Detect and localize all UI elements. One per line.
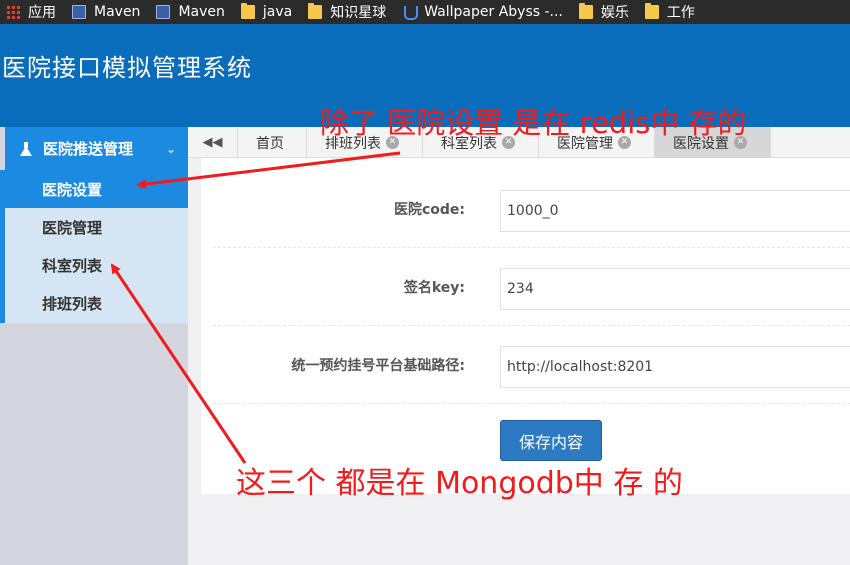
form-row-signkey: 签名key: <box>213 248 850 326</box>
tab-home[interactable]: 首页 <box>238 127 307 158</box>
sidebar-submenu: 医院设置 医院管理 科室列表 排班列表 <box>0 170 188 323</box>
sidebar-item-label: 排班列表 <box>42 294 103 313</box>
folder-icon <box>644 3 659 19</box>
bookmark-maven-2[interactable]: Maven <box>150 0 234 24</box>
bookmark-maven-1[interactable]: Maven <box>66 0 150 24</box>
folder-icon <box>578 3 593 19</box>
bookmark-label: Wallpaper Abyss -... <box>424 4 563 20</box>
bookmark-wallpaper-abyss[interactable]: Wallpaper Abyss -... <box>396 0 573 24</box>
folder-icon <box>240 3 255 19</box>
bookmark-label: Maven <box>94 4 141 20</box>
sidebar: 医院推送管理 ⌄ 医院设置 医院管理 科室列表 排班列表 <box>0 127 188 565</box>
bookmark-label: 娱乐 <box>600 5 629 21</box>
maven-icon <box>72 5 86 19</box>
sidebar-menu-label: 医院推送管理 <box>43 140 134 158</box>
annotation-text-top: 除了 医院设置 是在 redis中 存的 <box>320 106 747 140</box>
tab-scroll-left-button[interactable]: ◀◀ <box>188 127 238 158</box>
signkey-input[interactable] <box>500 268 850 310</box>
flask-icon <box>19 141 33 156</box>
tab-label: 首页 <box>256 135 284 152</box>
hoscode-input[interactable] <box>500 190 850 232</box>
sidebar-item-label: 医院设置 <box>42 180 103 199</box>
chevron-down-icon: ⌄ <box>165 141 176 156</box>
bookmark-label: 应用 <box>28 5 56 21</box>
form-row-hoscode: 医院code: <box>213 170 850 248</box>
sidebar-item-hospital-management[interactable]: 医院管理 <box>5 208 188 246</box>
bookmark-gongzuo[interactable]: 工作 <box>639 0 705 24</box>
bookmark-java[interactable]: java <box>235 0 302 24</box>
maven-icon <box>156 5 171 19</box>
bookmark-zhishixingqiu[interactable]: 知识星球 <box>302 0 396 24</box>
bookmark-yule[interactable]: 娱乐 <box>573 0 639 24</box>
save-button[interactable]: 保存内容 <box>500 420 602 461</box>
wallpaper-abyss-icon <box>402 5 419 20</box>
sidebar-item-hospital-settings[interactable]: 医院设置 <box>0 170 188 208</box>
hospital-settings-form: 医院code: 签名key: 统一预约挂号平台基础路径: 保存内容 <box>201 158 850 494</box>
sidebar-item-department-list[interactable]: 科室列表 <box>5 246 188 284</box>
sidebar-menu-hospital-push[interactable]: 医院推送管理 ⌄ <box>5 127 188 170</box>
sidebar-item-label: 医院管理 <box>42 218 103 237</box>
bookmark-label: 知识星球 <box>330 5 387 21</box>
bookmark-apps[interactable]: 应用 <box>0 0 66 24</box>
hoscode-label: 医院code: <box>393 201 465 218</box>
sidebar-item-schedule-list[interactable]: 排班列表 <box>5 284 188 322</box>
bookmark-label: java <box>262 4 293 20</box>
bookmark-label: 工作 <box>666 5 695 21</box>
signkey-label: 签名key: <box>403 279 465 296</box>
bookmark-label: Maven <box>178 4 225 20</box>
folder-icon <box>308 3 323 19</box>
app-title: 医院接口模拟管理系统 <box>2 54 252 82</box>
double-chevron-left-icon: ◀◀ <box>202 135 223 150</box>
sidebar-item-label: 科室列表 <box>42 256 103 275</box>
annotation-text-bottom: 这三个 都是在 Mongodb中 存 的 <box>236 466 683 501</box>
apps-icon <box>6 5 20 19</box>
api-url-input[interactable] <box>500 346 850 388</box>
bookmarks-bar: 应用 Maven Maven java 知识星球 Wallpaper Abyss… <box>0 0 850 24</box>
form-row-api-url: 统一预约挂号平台基础路径: <box>213 326 850 404</box>
api-url-label: 统一预约挂号平台基础路径: <box>291 357 465 374</box>
